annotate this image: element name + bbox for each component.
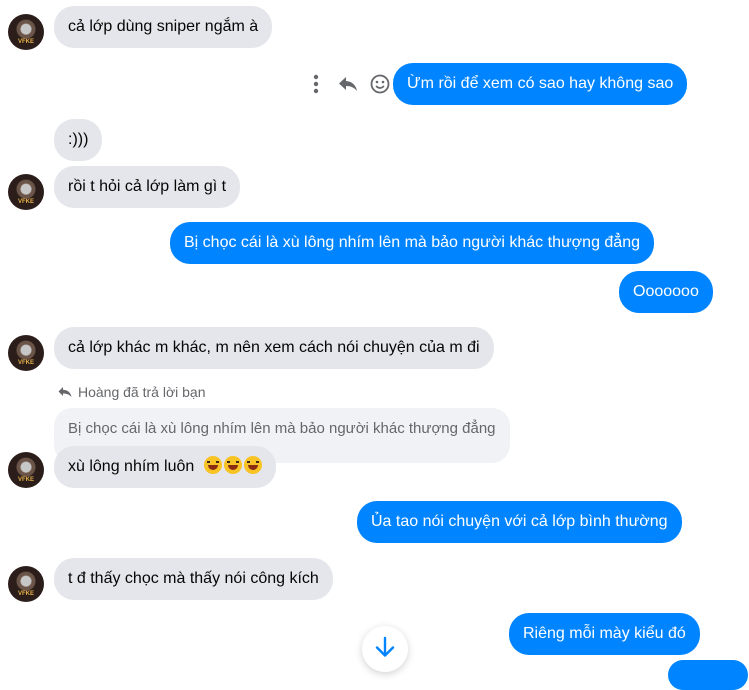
outgoing-message[interactable]: Ooooooo xyxy=(619,271,713,313)
outgoing-message[interactable]: Riêng mỗi mày kiểu đó xyxy=(509,613,700,655)
incoming-message[interactable]: cả lớp khác m khác, m nên xem cách nói c… xyxy=(54,327,494,369)
reply-indicator: Hoàng đã trả lời bạn xyxy=(58,383,205,401)
avatar[interactable]: VFKE xyxy=(8,566,44,602)
laughing-emoji-icon xyxy=(243,456,262,474)
reply-icon[interactable] xyxy=(337,73,359,95)
scroll-down-icon xyxy=(375,636,395,657)
avatar[interactable]: VFKE xyxy=(8,174,44,210)
reply-arrow-icon xyxy=(58,387,72,397)
incoming-message[interactable]: t đ thấy chọc mà thấy nói công kích xyxy=(54,558,333,600)
incoming-message[interactable]: xù lông nhím luôn xyxy=(54,446,276,488)
laughing-emoji-icon xyxy=(223,456,242,474)
outgoing-message[interactable]: Ủa tao nói chuyện với cả lớp bình thường xyxy=(357,501,682,543)
avatar[interactable]: VFKE xyxy=(8,452,44,488)
avatar[interactable]: VFKE xyxy=(8,14,44,50)
incoming-message[interactable]: rồi t hỏi cả lớp làm gì t xyxy=(54,166,241,208)
laughing-emoji-icon xyxy=(203,456,222,474)
outgoing-message-partial[interactable] xyxy=(668,660,748,690)
emoji-reaction-icon[interactable] xyxy=(369,73,391,95)
message-text: xù lông nhím luôn xyxy=(68,458,195,475)
avatar[interactable]: VFKE xyxy=(8,335,44,371)
message-actions xyxy=(305,70,391,98)
reply-label: Hoàng đã trả lời bạn xyxy=(78,384,206,400)
incoming-message[interactable]: cả lớp dùng sniper ngắm à xyxy=(54,6,273,48)
scroll-down-button[interactable] xyxy=(362,626,408,672)
outgoing-message[interactable]: Ừm rồi để xem có sao hay không sao xyxy=(393,63,688,105)
outgoing-message[interactable]: Bị chọc cái là xù lông nhím lên mà bảo n… xyxy=(170,222,654,264)
incoming-message[interactable]: :))) xyxy=(54,119,103,161)
more-options-icon[interactable] xyxy=(305,73,327,95)
